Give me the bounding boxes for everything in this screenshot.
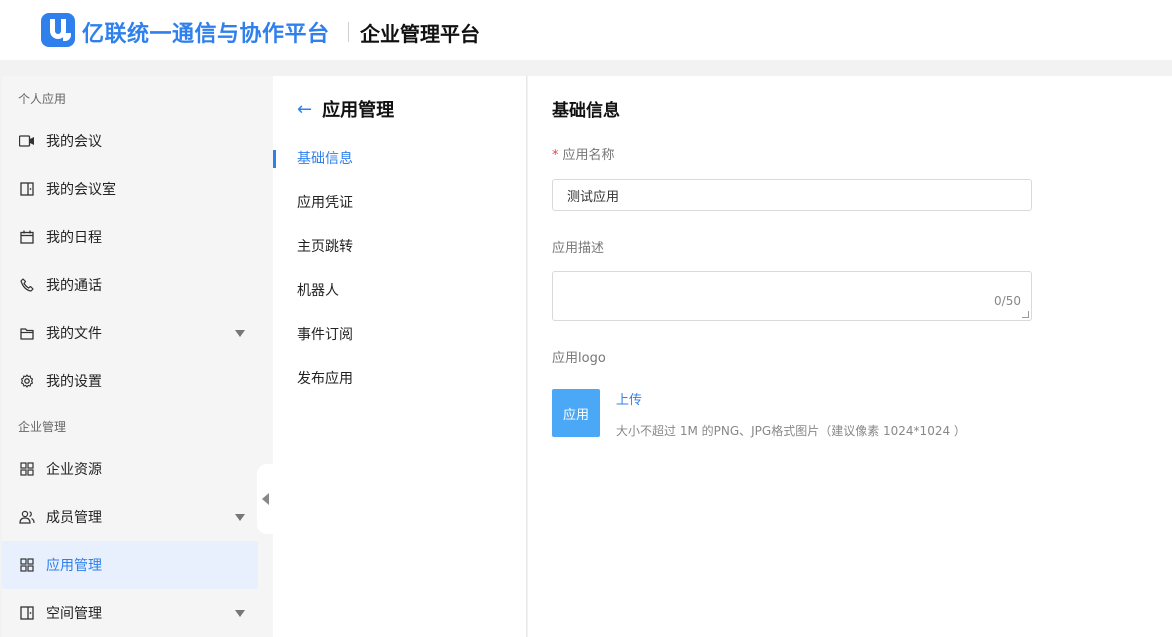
nav-bot[interactable]: 机器人 <box>273 268 527 312</box>
chevron-down-icon[interactable] <box>235 513 245 521</box>
brand-logo-icon <box>41 13 75 47</box>
arrow-left-icon[interactable]: ← <box>297 99 312 120</box>
resize-handle[interactable] <box>1022 311 1029 318</box>
required-mark: * <box>552 148 559 163</box>
sidebar-item-label: 空间管理 <box>46 606 102 622</box>
nav-publish-app[interactable]: 发布应用 <box>273 356 527 400</box>
sidebar-item-app-management[interactable]: 应用管理 <box>2 541 258 589</box>
nav-label: 事件订阅 <box>297 327 353 343</box>
sidebar-item-label: 我的通话 <box>46 278 102 294</box>
sidebar-group-enterprise: 企业管理 <box>18 420 67 434</box>
basic-info-form: 基础信息 *应用名称 应用描述 0/50 应用logo 应用 上传 大小不超过 … <box>528 76 1172 637</box>
sidebar-item-my-calls[interactable]: 我的通话 <box>2 261 258 309</box>
sidebar-item-label: 企业资源 <box>46 462 102 478</box>
folder-icon <box>19 325 35 341</box>
phone-icon <box>19 277 35 293</box>
sidebar-item-my-files[interactable]: 我的文件 <box>2 309 258 357</box>
sidebar-item-label: 我的会议室 <box>46 182 116 198</box>
back-to-app-management[interactable]: ← 应用管理 <box>297 96 394 122</box>
chevron-down-icon[interactable] <box>235 329 245 337</box>
top-header: 亿联统一通信与协作平台 企业管理平台 <box>0 0 1172 60</box>
sidebar-item-label: 我的设置 <box>46 374 102 390</box>
app-logo-label: 应用logo <box>552 351 606 366</box>
brand-name: 亿联统一通信与协作平台 <box>82 22 330 47</box>
nav-label: 应用凭证 <box>297 195 353 211</box>
sidebar-item-label: 我的文件 <box>46 326 102 342</box>
sidebar-panel: 个人应用 我的会议 我的会议室 我的日程 我的通话 我的文件 我的设置 企业管理… <box>2 76 273 637</box>
sidebar-item-enterprise-resources[interactable]: 企业资源 <box>2 445 258 493</box>
app-settings-nav: ← 应用管理 基础信息 应用凭证 主页跳转 机器人 事件订阅 发布应用 <box>273 76 527 637</box>
sidebar-item-member-management[interactable]: 成员管理 <box>2 493 258 541</box>
app-name-label-text: 应用名称 <box>562 148 615 163</box>
upload-hint: 大小不超过 1M 的PNG、JPG格式图片（建议像素 1024*1024 ） <box>616 424 966 438</box>
sidebar-group-personal: 个人应用 <box>18 92 67 106</box>
calendar-icon <box>19 229 35 245</box>
nav-event-subscription[interactable]: 事件订阅 <box>273 312 527 356</box>
nav-label: 发布应用 <box>297 371 353 387</box>
nav-app-credentials[interactable]: 应用凭证 <box>273 180 527 224</box>
char-counter: 0/50 <box>994 294 1021 308</box>
grid-icon <box>19 557 35 573</box>
chevron-down-icon[interactable] <box>235 609 245 617</box>
platform-title: 企业管理平台 <box>360 22 480 46</box>
sidebar-collapse-button[interactable] <box>257 464 273 534</box>
section-title: 基础信息 <box>552 101 620 121</box>
sidebar-item-my-schedule[interactable]: 我的日程 <box>2 213 258 261</box>
sidebar: 个人应用 我的会议 我的会议室 我的日程 我的通话 我的文件 我的设置 企业管理… <box>0 60 273 637</box>
collapse-left-icon <box>262 493 269 505</box>
header-divider <box>348 22 349 42</box>
sidebar-item-space-management[interactable]: 空间管理 <box>2 589 258 637</box>
app-logo-preview: 应用 <box>552 389 600 437</box>
nav-label: 主页跳转 <box>297 239 353 255</box>
sidebar-item-label: 成员管理 <box>46 510 102 526</box>
sidebar-item-label: 应用管理 <box>46 558 102 574</box>
sidebar-item-label: 我的日程 <box>46 230 102 246</box>
app-description-textarea[interactable]: 0/50 <box>552 271 1032 321</box>
nav-label: 机器人 <box>297 283 339 299</box>
sidebar-item-my-meetings[interactable]: 我的会议 <box>2 117 258 165</box>
sidebar-item-label: 我的会议 <box>46 134 102 150</box>
nav-basic-info[interactable]: 基础信息 <box>273 136 527 180</box>
upload-button[interactable]: 上传 <box>616 389 642 408</box>
panel-title: 应用管理 <box>322 100 395 121</box>
users-icon <box>19 509 35 525</box>
gear-icon <box>19 373 35 389</box>
sidebar-item-my-settings[interactable]: 我的设置 <box>2 357 258 405</box>
nav-label: 基础信息 <box>297 151 353 167</box>
active-indicator <box>273 150 276 168</box>
video-icon <box>19 133 35 149</box>
grid-icon <box>19 461 35 477</box>
app-name-input[interactable] <box>552 179 1032 211</box>
door-icon <box>19 605 35 621</box>
door-icon <box>19 181 35 197</box>
sidebar-item-my-meeting-rooms[interactable]: 我的会议室 <box>2 165 258 213</box>
nav-homepage-redirect[interactable]: 主页跳转 <box>273 224 527 268</box>
app-name-label: * 应用名称 <box>552 144 615 163</box>
app-description-label: 应用描述 <box>552 241 605 256</box>
